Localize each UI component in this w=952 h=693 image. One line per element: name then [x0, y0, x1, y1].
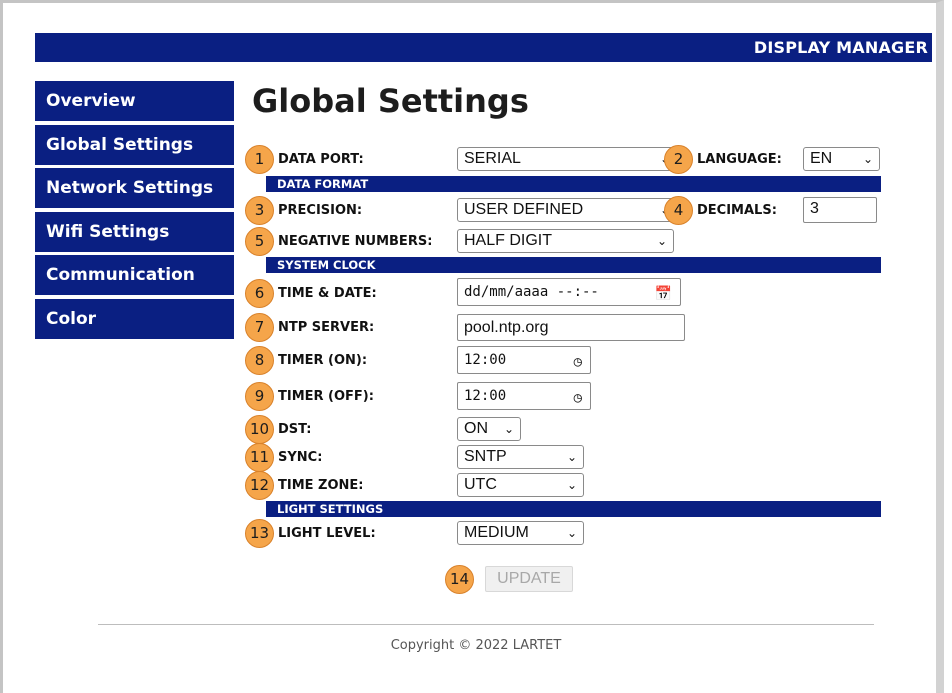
sidebar-item-global-settings[interactable]: Global Settings [35, 124, 234, 165]
chevron-down-icon: ⌄ [862, 152, 873, 166]
sidebar-item-network-settings[interactable]: Network Settings [35, 168, 234, 208]
dst-value: ON [464, 420, 488, 437]
section-data-format: DATA FORMAT [266, 176, 881, 192]
footer-divider [98, 624, 874, 625]
sidebar-item-communication[interactable]: Communication [35, 255, 234, 295]
timer-on-input[interactable]: 12:00 ◷ [457, 346, 591, 374]
light-level-label: LIGHT LEVEL: [278, 526, 376, 541]
decimals-label: DECIMALS: [697, 203, 777, 218]
chevron-down-icon: ⌄ [656, 234, 667, 248]
sync-label: SYNC: [278, 450, 323, 465]
time-zone-value: UTC [464, 476, 497, 493]
clock-icon[interactable]: ◷ [574, 385, 582, 411]
callout-badge-11: 11 [245, 443, 274, 472]
dst-select[interactable]: ON ⌄ [457, 417, 521, 441]
data-port-value: SERIAL [464, 150, 521, 167]
callout-badge-12: 12 [245, 471, 274, 500]
light-level-value: MEDIUM [464, 524, 529, 541]
sync-select[interactable]: SNTP ⌄ [457, 445, 584, 469]
data-port-label: DATA PORT: [278, 152, 364, 167]
chevron-down-icon: ⌄ [566, 526, 577, 540]
sync-value: SNTP [464, 448, 507, 465]
dst-label: DST: [278, 422, 312, 437]
callout-badge-13: 13 [245, 519, 274, 548]
negative-numbers-label: NEGATIVE NUMBERS: [278, 234, 433, 249]
time-date-value: dd/mm/aaaa --:-- [464, 284, 599, 300]
precision-select[interactable]: USER DEFINED ⌄ [457, 198, 677, 222]
callout-badge-9: 9 [245, 382, 274, 411]
callout-badge-14: 14 [445, 565, 474, 594]
language-value: EN [810, 150, 833, 167]
page-title: Global Settings [252, 82, 529, 120]
ntp-server-value: pool.ntp.org [464, 319, 549, 336]
timer-off-input[interactable]: 12:00 ◷ [457, 382, 591, 410]
sidebar-item-color[interactable]: Color [35, 298, 234, 339]
timer-off-label: TIMER (OFF): [278, 389, 374, 404]
negative-numbers-value: HALF DIGIT [464, 232, 553, 249]
chevron-down-icon: ⌄ [566, 450, 577, 464]
time-zone-label: TIME ZONE: [278, 478, 364, 493]
sidebar-item-overview[interactable]: Overview [35, 81, 234, 121]
callout-badge-8: 8 [245, 346, 274, 375]
timer-off-value: 12:00 [464, 388, 507, 404]
update-button[interactable]: UPDATE [485, 566, 573, 592]
light-level-select[interactable]: MEDIUM ⌄ [457, 521, 584, 545]
chevron-down-icon: ⌄ [566, 478, 577, 492]
data-port-select[interactable]: SERIAL ⌄ [457, 147, 677, 171]
time-zone-select[interactable]: UTC ⌄ [457, 473, 584, 497]
section-system-clock: SYSTEM CLOCK [266, 257, 881, 273]
negative-numbers-select[interactable]: HALF DIGIT ⌄ [457, 229, 674, 253]
calendar-icon[interactable]: 📅 [655, 281, 672, 307]
language-label: LANGUAGE: [697, 152, 782, 167]
callout-badge-2: 2 [664, 145, 693, 174]
timer-on-label: TIMER (ON): [278, 353, 368, 368]
callout-badge-1: 1 [245, 145, 274, 174]
sidebar-item-wifi-settings[interactable]: Wifi Settings [35, 211, 234, 252]
sidebar: Overview Global Settings Network Setting… [35, 81, 234, 342]
ntp-server-input[interactable]: pool.ntp.org [457, 314, 685, 341]
callout-badge-7: 7 [245, 313, 274, 342]
language-select[interactable]: EN ⌄ [803, 147, 880, 171]
time-date-label: TIME & DATE: [278, 286, 377, 301]
decimals-value: 3 [810, 200, 819, 217]
chevron-down-icon: ⌄ [503, 422, 514, 436]
callout-badge-6: 6 [245, 279, 274, 308]
decimals-input[interactable]: 3 [803, 197, 877, 223]
ntp-server-label: NTP SERVER: [278, 320, 375, 335]
callout-badge-4: 4 [664, 196, 693, 225]
callout-badge-5: 5 [245, 227, 274, 256]
timer-on-value: 12:00 [464, 352, 507, 368]
header-bar: DISPLAY MANAGER [35, 33, 932, 62]
precision-value: USER DEFINED [464, 201, 584, 218]
callout-badge-10: 10 [245, 415, 274, 444]
precision-label: PRECISION: [278, 203, 363, 218]
copyright-text: Copyright © 2022 LARTET [390, 638, 562, 653]
callout-badge-3: 3 [245, 196, 274, 225]
clock-icon[interactable]: ◷ [574, 349, 582, 375]
time-date-input[interactable]: dd/mm/aaaa --:-- 📅 [457, 278, 681, 306]
section-light-settings: LIGHT SETTINGS [266, 501, 881, 517]
app-title: DISPLAY MANAGER [753, 38, 928, 57]
